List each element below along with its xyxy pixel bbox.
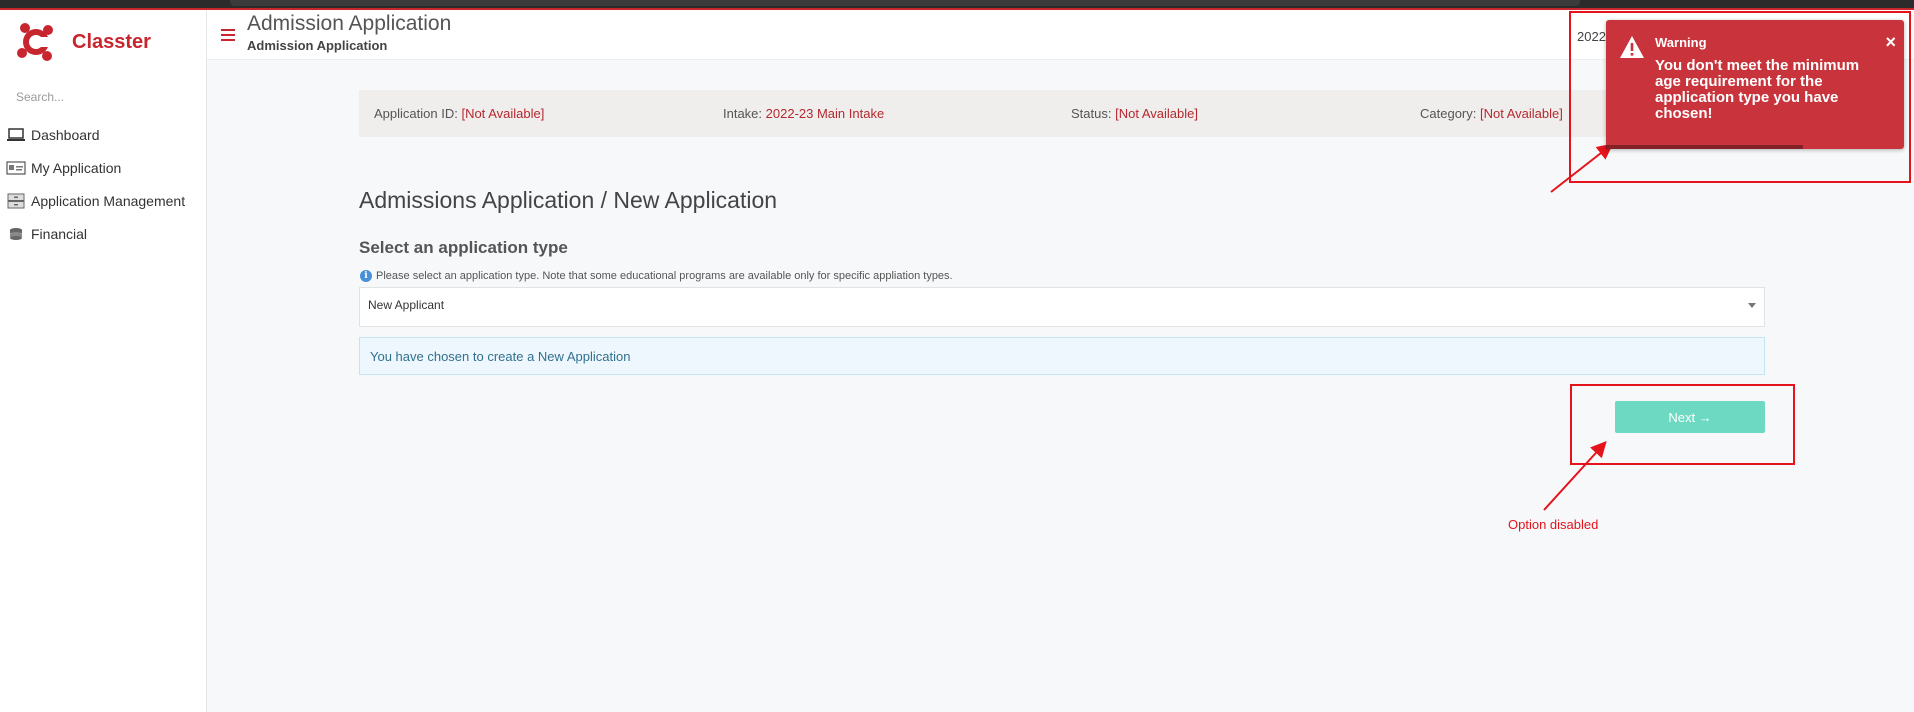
category-label: Category: <box>1420 106 1477 121</box>
sidebar-item-label: Dashboard <box>31 126 100 143</box>
menu-toggle-icon[interactable] <box>221 29 235 41</box>
chevron-down-icon <box>1748 303 1756 308</box>
page-subtitle: Admission Application <box>247 38 388 53</box>
intake-label: Intake: <box>723 106 763 121</box>
brand-name: Classter <box>72 30 151 53</box>
toast-title: Warning <box>1655 35 1707 50</box>
status-value: [Not Available] <box>1115 106 1198 121</box>
application-notice: You have chosen to create a New Applicat… <box>359 337 1765 375</box>
cabinet-icon <box>6 193 26 209</box>
sidebar-item-label: Financial <box>31 225 88 242</box>
application-type-value: New Applicant <box>368 298 445 312</box>
application-id-field: Application ID: [Not Available] <box>374 106 544 121</box>
sidebar-item-dashboard[interactable]: Dashboard <box>0 118 206 151</box>
annotation-label: Option disabled <box>1508 517 1599 532</box>
hint-text: Please select an application type. Note … <box>376 270 953 282</box>
toast-progress-bar <box>1606 145 1803 149</box>
status-label: Status: <box>1071 106 1112 121</box>
classter-logo-icon <box>17 23 53 61</box>
application-id-value: [Not Available] <box>461 106 545 121</box>
id-card-icon <box>6 160 26 176</box>
browser-address-area <box>230 0 1580 6</box>
laptop-icon <box>6 127 26 143</box>
category-value: [Not Available] <box>1480 106 1563 121</box>
brand[interactable]: Classter <box>14 18 151 66</box>
sidebar-item-financial[interactable]: Financial <box>0 217 206 250</box>
application-type-hint: i Please select an application type. Not… <box>360 270 953 282</box>
sidebar-item-label: Application Management <box>31 192 186 209</box>
sidebar-nav: Dashboard My Application Application Man… <box>0 118 206 250</box>
coins-icon <box>6 226 26 242</box>
intake-field: Intake: 2022-23 Main Intake <box>723 106 884 121</box>
content-title: Admissions Application / New Application <box>359 187 778 213</box>
close-icon[interactable]: × <box>1885 32 1896 53</box>
intake-value: 2022-23 Main Intake <box>765 106 885 121</box>
annotation-box-next <box>1570 384 1795 465</box>
status-field: Status: [Not Available] <box>1071 106 1198 121</box>
browser-top-strip <box>0 0 1914 10</box>
page-title: Admission Application <box>247 12 452 35</box>
warning-toast: Warning You don't meet the minimum age r… <box>1606 20 1904 149</box>
section-title: Select an application type <box>359 238 568 257</box>
application-id-label: Application ID: <box>374 106 458 121</box>
search-input[interactable] <box>16 90 186 104</box>
warning-icon <box>1620 36 1644 58</box>
sidebar-item-label: My Application <box>31 159 122 176</box>
info-icon: i <box>360 270 372 282</box>
toast-message: You don't meet the minimum age requireme… <box>1655 57 1860 122</box>
application-type-select[interactable]: New Applicant <box>359 287 1765 327</box>
application-info-bar: Application ID: [Not Available] Intake: … <box>359 90 1765 137</box>
sidebar-item-application-management[interactable]: Application Management <box>0 184 206 217</box>
category-field: Category: [Not Available] <box>1420 106 1563 121</box>
sidebar-item-my-application[interactable]: My Application <box>0 151 206 184</box>
sidebar: Classter Dashboard My Application Applic… <box>0 10 207 712</box>
